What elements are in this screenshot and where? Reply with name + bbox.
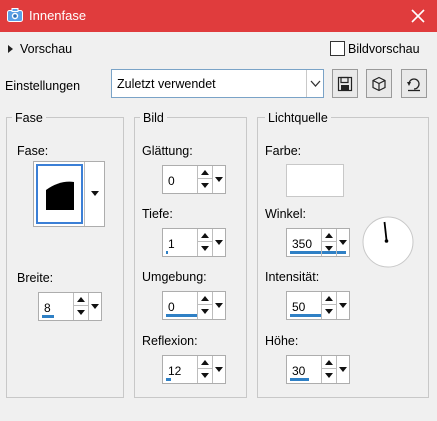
depth-value[interactable]: 1	[168, 237, 175, 251]
angle-slider-dropdown[interactable]	[336, 229, 349, 256]
intensity-label: Intensität:	[265, 270, 320, 284]
width-label: Breite:	[17, 271, 54, 285]
increment-arrow-icon[interactable]	[74, 293, 88, 306]
bevel-shape-dropdown[interactable]	[84, 162, 104, 226]
increment-arrow-icon[interactable]	[322, 229, 336, 242]
bevel-shape-icon	[46, 181, 74, 210]
width-slider-dropdown[interactable]	[88, 293, 101, 320]
increment-arrow-icon[interactable]	[322, 292, 336, 305]
ambience-value[interactable]: 0	[168, 300, 175, 314]
color-label: Farbe:	[265, 144, 302, 158]
depth-spinner[interactable]: 1	[162, 228, 226, 257]
smoothing-slider-dropdown[interactable]	[212, 166, 225, 193]
save-icon	[337, 76, 353, 92]
preset-select[interactable]: Zuletzt verwendet	[111, 69, 324, 98]
bevel-shape-swatch[interactable]	[36, 164, 83, 224]
window-title: Innenfase	[29, 8, 87, 23]
fase-group-title: Fase	[12, 111, 46, 125]
ambience-slider-dropdown[interactable]	[212, 292, 225, 319]
intensity-slider-fill	[290, 314, 321, 317]
smoothing-spinner[interactable]: 0	[162, 165, 226, 194]
height-slider-dropdown[interactable]	[336, 356, 349, 383]
smoothing-value[interactable]: 0	[168, 174, 175, 188]
reflection-slider-dropdown[interactable]	[212, 356, 225, 383]
title-bar: Innenfase	[0, 0, 437, 32]
close-icon[interactable]	[409, 7, 427, 25]
light-color-swatch[interactable]	[286, 164, 344, 197]
angle-spinner[interactable]: 350	[286, 228, 350, 257]
bild-group-title: Bild	[140, 111, 167, 125]
expand-arrow-icon[interactable]	[8, 45, 13, 53]
intensity-spinner[interactable]: 50	[286, 291, 350, 320]
decrement-arrow-icon[interactable]	[198, 305, 212, 318]
reflection-label: Reflexion:	[142, 334, 198, 348]
ambience-slider-fill	[166, 314, 197, 317]
reflection-value[interactable]: 12	[168, 364, 181, 378]
camera-icon	[7, 8, 23, 22]
reflection-slider-fill	[166, 378, 171, 381]
width-value[interactable]: 8	[44, 301, 51, 315]
intensity-value[interactable]: 50	[292, 300, 305, 314]
decrement-arrow-icon[interactable]	[198, 369, 212, 382]
height-spinner[interactable]: 30	[286, 355, 350, 384]
bevel-shape-label: Fase:	[17, 144, 49, 158]
increment-arrow-icon[interactable]	[198, 229, 212, 242]
angle-label: Winkel:	[265, 207, 306, 221]
load-preset-button[interactable]	[366, 69, 392, 98]
width-spinner[interactable]: 8	[38, 292, 102, 321]
ambience-spinner[interactable]: 0	[162, 291, 226, 320]
depth-slider-fill	[166, 251, 168, 254]
increment-arrow-icon[interactable]	[322, 356, 336, 369]
ambience-label: Umgebung:	[142, 270, 207, 284]
depth-label: Tiefe:	[142, 207, 173, 221]
save-preset-button[interactable]	[332, 69, 358, 98]
increment-arrow-icon[interactable]	[198, 166, 212, 179]
light-group-title: Lichtquelle	[265, 111, 331, 125]
height-slider-fill	[290, 378, 309, 381]
angle-dial-icon[interactable]	[361, 215, 415, 269]
image-preview-label: Bildvorschau	[348, 42, 420, 56]
decrement-arrow-icon[interactable]	[74, 306, 88, 319]
decrement-arrow-icon[interactable]	[322, 242, 336, 255]
decrement-arrow-icon[interactable]	[198, 179, 212, 192]
decrement-arrow-icon[interactable]	[198, 242, 212, 255]
reflection-spinner[interactable]: 12	[162, 355, 226, 384]
preview-label: Vorschau	[20, 42, 73, 56]
increment-arrow-icon[interactable]	[198, 292, 212, 305]
chevron-down-icon[interactable]	[306, 70, 323, 97]
decrement-arrow-icon[interactable]	[322, 369, 336, 382]
reset-icon	[407, 78, 420, 92]
width-slider-fill	[42, 315, 54, 318]
height-value[interactable]: 30	[292, 364, 305, 378]
depth-slider-dropdown[interactable]	[212, 229, 225, 256]
smoothing-label: Glättung:	[142, 144, 193, 158]
settings-label: Einstellungen	[5, 79, 81, 93]
increment-arrow-icon[interactable]	[198, 356, 212, 369]
intensity-slider-dropdown[interactable]	[336, 292, 349, 319]
cube-icon	[372, 76, 386, 92]
preset-value: Zuletzt verwendet	[117, 77, 216, 91]
image-preview-checkbox[interactable]	[330, 41, 345, 56]
decrement-arrow-icon[interactable]	[322, 305, 336, 318]
height-label: Höhe:	[265, 334, 299, 348]
fase-group	[6, 117, 124, 398]
bevel-shape-picker[interactable]	[33, 161, 105, 227]
angle-value[interactable]: 350	[292, 237, 312, 251]
reset-button[interactable]	[401, 69, 427, 98]
